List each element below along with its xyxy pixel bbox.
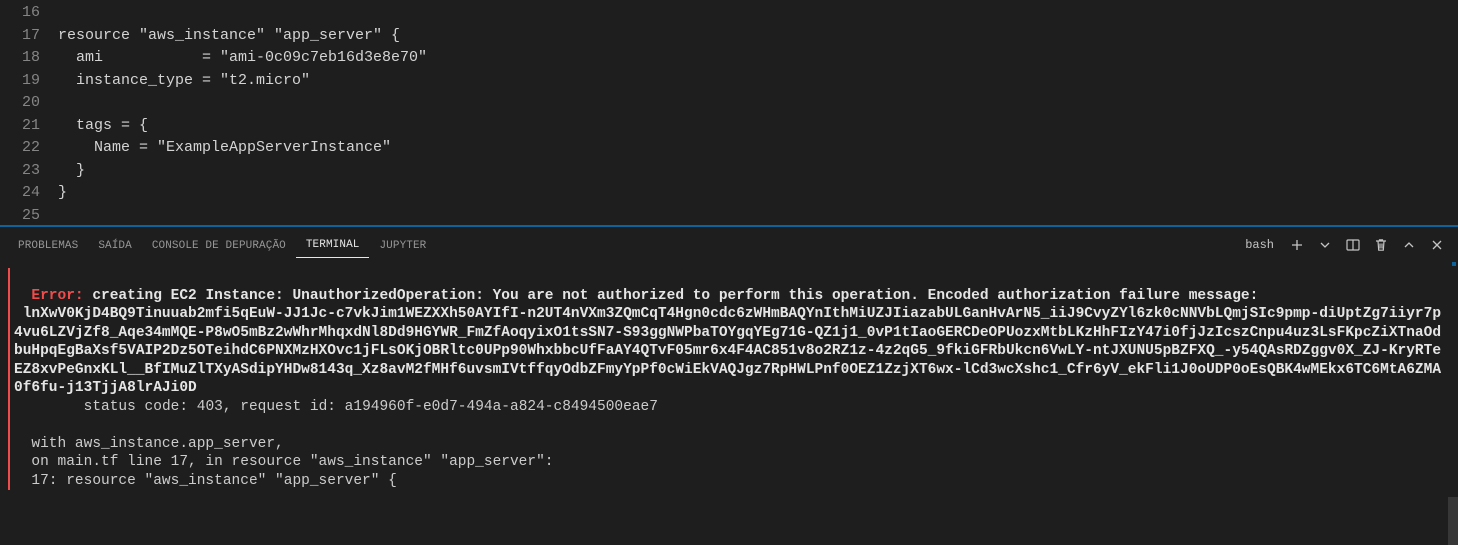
status-code-line: status code: 403, request id: a194960f-e… — [14, 398, 1448, 417]
code-line[interactable] — [58, 2, 1458, 25]
tab-console-depuracao[interactable]: CONSOLE DE DEPURAÇÃO — [142, 232, 296, 258]
kill-terminal-button[interactable] — [1370, 234, 1392, 256]
chevron-down-icon[interactable] — [1314, 234, 1336, 256]
line-number: 20 — [0, 92, 40, 115]
terminal-output: Error: creating EC2 Instance: Unauthoriz… — [8, 268, 1448, 490]
panel-tabs: PROBLEMAS SAÍDA CONSOLE DE DEPURAÇÃO TER… — [0, 227, 1458, 262]
terminal-scrollbar[interactable] — [1448, 497, 1458, 545]
editor-gutter: 16171819202122232425 — [0, 0, 58, 225]
context-file-line: on main.tf line 17, in resource "aws_ins… — [14, 453, 1448, 472]
terminal-profile-selector[interactable]: bash — [1233, 236, 1280, 254]
shell-name: bash — [1245, 238, 1274, 252]
line-number: 19 — [0, 70, 40, 93]
tab-jupyter[interactable]: JUPYTER — [369, 232, 436, 258]
terminal-panel: PROBLEMAS SAÍDA CONSOLE DE DEPURAÇÃO TER… — [0, 227, 1458, 545]
code-line[interactable]: Name = "ExampleAppServerInstance" — [58, 137, 1458, 160]
new-terminal-button[interactable] — [1286, 234, 1308, 256]
code-line[interactable]: } — [58, 160, 1458, 183]
line-number: 17 — [0, 25, 40, 48]
split-terminal-button[interactable] — [1342, 234, 1364, 256]
panel-actions: bash — [1233, 234, 1458, 256]
error-tag — [14, 288, 31, 304]
editor-code[interactable]: resource "aws_instance" "app_server" { a… — [58, 0, 1458, 225]
encoded-failure-message: lnXwV0KjD4BQ9Tinuuab2mfi5qEuW-JJ1Jc-c7vk… — [14, 305, 1448, 398]
line-number: 16 — [0, 2, 40, 25]
error-label: Error: — [31, 288, 83, 304]
close-panel-button[interactable] — [1426, 234, 1448, 256]
code-line[interactable]: resource "aws_instance" "app_server" { — [58, 25, 1458, 48]
maximize-panel-button[interactable] — [1398, 234, 1420, 256]
tab-saida[interactable]: SAÍDA — [88, 232, 142, 258]
context-with-line: with aws_instance.app_server, — [14, 435, 1448, 454]
error-message: creating EC2 Instance: UnauthorizedOpera… — [84, 288, 1259, 304]
code-line[interactable]: ami = "ami-0c09c7eb16d3e8e70" — [58, 47, 1458, 70]
editor-area: 16171819202122232425 resource "aws_insta… — [0, 0, 1458, 225]
code-line[interactable]: tags = { — [58, 115, 1458, 138]
code-line[interactable] — [58, 205, 1458, 226]
line-number: 18 — [0, 47, 40, 70]
terminal-body[interactable]: Error: creating EC2 Instance: Unauthoriz… — [0, 262, 1458, 545]
tab-problemas[interactable]: PROBLEMAS — [8, 232, 88, 258]
context-code-line: 17: resource "aws_instance" "app_server"… — [14, 472, 1448, 491]
line-number: 24 — [0, 182, 40, 205]
code-line[interactable]: } — [58, 182, 1458, 205]
code-line[interactable]: instance_type = "t2.micro" — [58, 70, 1458, 93]
line-number: 23 — [0, 160, 40, 183]
line-number: 25 — [0, 205, 40, 226]
code-line[interactable] — [58, 92, 1458, 115]
terminal-scroll-indicator — [1452, 262, 1456, 266]
tab-terminal[interactable]: TERMINAL — [296, 231, 370, 258]
line-number: 21 — [0, 115, 40, 138]
line-number: 22 — [0, 137, 40, 160]
